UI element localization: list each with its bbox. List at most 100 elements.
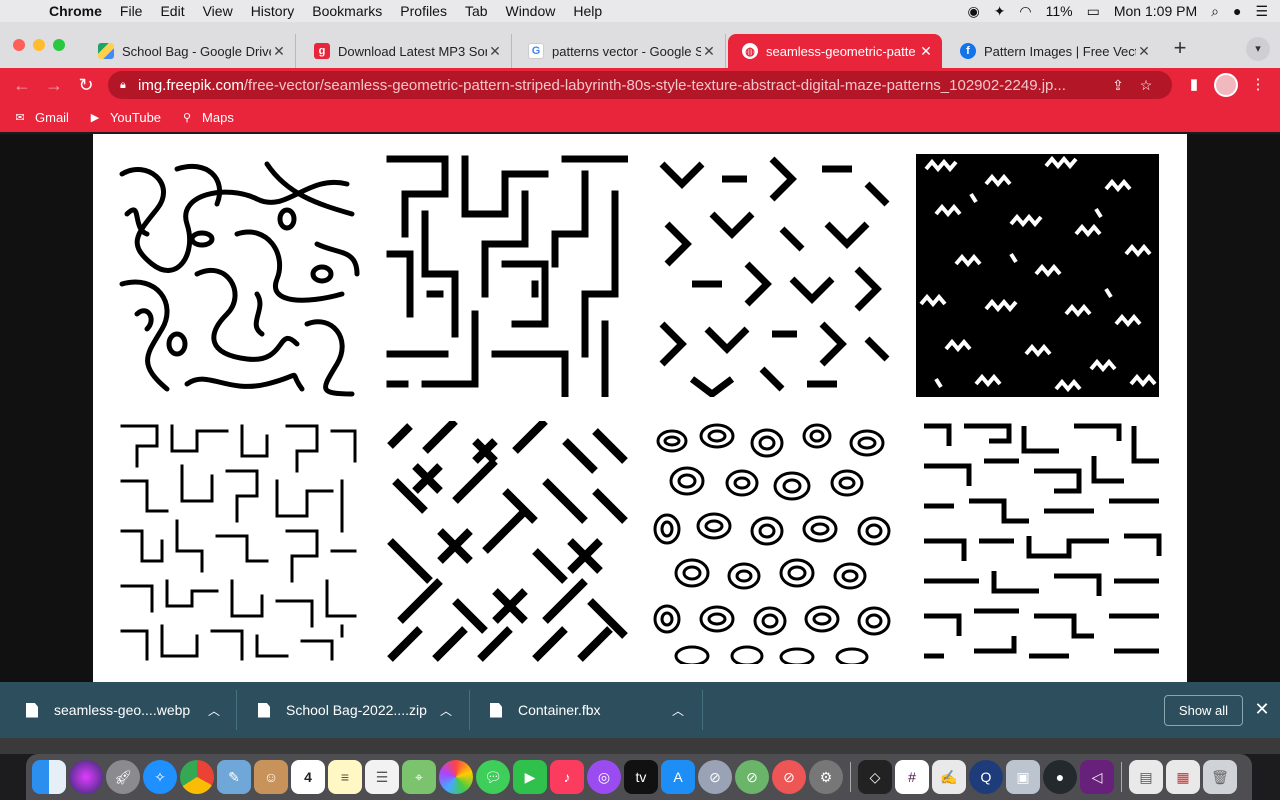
notes-icon[interactable]: ≡ bbox=[328, 760, 362, 794]
messages-icon[interactable]: 💬︎ bbox=[476, 760, 510, 794]
profile-avatar[interactable] bbox=[1214, 73, 1238, 97]
facetime-icon[interactable]: ▶ bbox=[513, 760, 547, 794]
url-text[interactable]: img.freepik.com/free-vector/seamless-geo… bbox=[138, 77, 1104, 94]
tab-freepik-pattern-images[interactable]: f Pattern Images | Free Vect ✕ bbox=[946, 34, 1160, 68]
github-icon[interactable]: ● bbox=[1043, 760, 1077, 794]
menu-window[interactable]: Window bbox=[497, 3, 565, 19]
vpn-app-icon[interactable]: ⊘ bbox=[698, 760, 732, 794]
chevron-up-icon[interactable]: ︿ bbox=[668, 702, 688, 719]
contacts-icon[interactable]: ☺ bbox=[254, 760, 288, 794]
chevron-up-icon[interactable]: ︿ bbox=[436, 702, 456, 719]
url-path: /free-vector/seamless-geometric-pattern-… bbox=[243, 76, 1066, 94]
maps-icon[interactable]: ⌖ bbox=[402, 760, 436, 794]
window-zoom-button[interactable] bbox=[53, 39, 65, 51]
safari-icon[interactable]: ✧ bbox=[143, 760, 177, 794]
chrome-menu-icon[interactable]: ⋮ bbox=[1246, 73, 1270, 97]
mp3-site-icon: g bbox=[314, 43, 330, 59]
forward-button[interactable]: → bbox=[42, 73, 66, 97]
bookmark-maps[interactable]: ⚲ Maps bbox=[179, 110, 234, 125]
download-item-webp[interactable]: seamless-geo....webp ︿ bbox=[26, 682, 224, 738]
chrome-icon[interactable] bbox=[180, 760, 214, 794]
show-all-downloads-button[interactable]: Show all bbox=[1164, 695, 1243, 726]
behind-window-strip bbox=[0, 738, 1280, 754]
pattern-image[interactable] bbox=[93, 134, 1187, 682]
menu-profiles[interactable]: Profiles bbox=[391, 3, 456, 19]
window-close-button[interactable] bbox=[13, 39, 25, 51]
system-preferences-icon[interactable]: ⚙ bbox=[809, 760, 843, 794]
preview-icon[interactable]: ✎ bbox=[217, 760, 251, 794]
download-item-zip[interactable]: School Bag-2022....zip ︿ bbox=[258, 682, 456, 738]
menu-app-chrome[interactable]: Chrome bbox=[40, 3, 111, 19]
vpn-icon[interactable]: ✦ bbox=[994, 3, 1006, 20]
download-item-fbx[interactable]: Container.fbx ︿ bbox=[490, 682, 688, 738]
pattern-tile-diagonal-crosses bbox=[385, 421, 628, 664]
siri-menu-icon[interactable]: ● bbox=[1233, 3, 1241, 19]
tab-seamless-pattern-active[interactable]: ◍ seamless-geometric-patte ✕ bbox=[728, 34, 942, 68]
battery-icon[interactable]: ▭ bbox=[1087, 3, 1100, 20]
battery-percent: 11% bbox=[1045, 3, 1073, 19]
new-tab-button[interactable]: + bbox=[1168, 37, 1192, 61]
app-store-icon[interactable]: A bbox=[661, 760, 695, 794]
tab-search-button[interactable]: ▾ bbox=[1246, 37, 1270, 61]
calendar-icon[interactable]: 4 bbox=[291, 760, 325, 794]
wifi-icon[interactable]: ◠ bbox=[1019, 3, 1031, 20]
bookmark-gmail[interactable]: ✉ Gmail bbox=[12, 110, 69, 125]
launchpad-icon[interactable]: 🚀︎ bbox=[106, 760, 140, 794]
close-tab-icon[interactable]: ✕ bbox=[487, 43, 503, 60]
visual-studio-icon[interactable]: ◁ bbox=[1080, 760, 1114, 794]
unity-icon[interactable]: ◇ bbox=[858, 760, 892, 794]
menu-help[interactable]: Help bbox=[564, 3, 611, 19]
share-icon[interactable]: ⇪ bbox=[1104, 77, 1132, 94]
google-icon: G bbox=[528, 43, 544, 59]
menu-view[interactable]: View bbox=[194, 3, 242, 19]
reload-button[interactable]: ↻ bbox=[74, 73, 98, 97]
tab-school-bag-drive[interactable]: School Bag - Google Drive ✕ bbox=[84, 34, 296, 68]
close-download-shelf-icon[interactable]: ✕ bbox=[1253, 699, 1271, 719]
file-icon bbox=[258, 702, 270, 718]
gmail-icon: ✉ bbox=[15, 111, 25, 124]
menu-tab[interactable]: Tab bbox=[456, 3, 497, 19]
quicktime-icon[interactable]: Q bbox=[969, 760, 1003, 794]
restricted-app-icon[interactable]: ⊘ bbox=[772, 760, 806, 794]
back-button[interactable]: ← bbox=[10, 73, 34, 97]
menu-bookmarks[interactable]: Bookmarks bbox=[303, 3, 391, 19]
podcasts-icon[interactable]: ◎ bbox=[587, 760, 621, 794]
menu-file[interactable]: File bbox=[111, 3, 152, 19]
tab-mp3-download[interactable]: g Download Latest MP3 Song ✕ bbox=[300, 34, 512, 68]
close-tab-icon[interactable]: ✕ bbox=[271, 43, 287, 60]
menu-history[interactable]: History bbox=[242, 3, 304, 19]
bookmark-youtube[interactable]: ▶ YouTube bbox=[87, 110, 161, 125]
freepik-icon: f bbox=[960, 43, 976, 59]
image-capture-icon[interactable]: ▣ bbox=[1006, 760, 1040, 794]
address-bar[interactable]: 🔒︎ img.freepik.com/free-vector/seamless-… bbox=[108, 71, 1172, 99]
textedit-icon[interactable]: ✍ bbox=[932, 760, 966, 794]
photos-icon[interactable] bbox=[439, 760, 473, 794]
pattern-tile-thin-maze bbox=[117, 421, 360, 664]
menu-clock[interactable]: Mon 1:09 PM bbox=[1114, 3, 1197, 19]
window-minimize-button[interactable] bbox=[33, 39, 45, 51]
spotlight-search-icon[interactable]: ⌕ bbox=[1211, 3, 1219, 20]
lock-icon[interactable]: 🔒︎ bbox=[120, 79, 138, 92]
tab-google-search[interactable]: G patterns vector - Google Se ✕ bbox=[514, 34, 726, 68]
downloads-stack-icon[interactable]: ▤ bbox=[1129, 760, 1163, 794]
close-tab-icon[interactable]: ✕ bbox=[1136, 43, 1152, 60]
control-center-icon[interactable]: ☰ bbox=[1255, 3, 1268, 20]
music-icon[interactable]: ♪ bbox=[550, 760, 584, 794]
blocker-app-icon[interactable]: ⊘ bbox=[735, 760, 769, 794]
grammarly-icon[interactable]: ◉ bbox=[967, 3, 979, 20]
finder-icon[interactable] bbox=[32, 760, 66, 794]
tv-icon[interactable]: tv bbox=[624, 760, 658, 794]
close-tab-icon[interactable]: ✕ bbox=[918, 43, 934, 60]
documents-stack-icon[interactable]: ▦ bbox=[1166, 760, 1200, 794]
bookmark-star-icon[interactable]: ☆ bbox=[1132, 77, 1160, 94]
reminders-icon[interactable]: ☰ bbox=[365, 760, 399, 794]
menu-edit[interactable]: Edit bbox=[151, 3, 193, 19]
siri-icon[interactable] bbox=[69, 760, 103, 794]
globe-icon: ◍ bbox=[742, 43, 758, 59]
side-panel-icon[interactable]: ▮ bbox=[1182, 73, 1206, 97]
slack-icon[interactable]: # bbox=[895, 760, 929, 794]
close-tab-icon[interactable]: ✕ bbox=[701, 43, 717, 60]
pattern-tile-organic-lines bbox=[117, 154, 360, 397]
chevron-up-icon[interactable]: ︿ bbox=[204, 702, 224, 719]
trash-icon[interactable]: 🗑︎ bbox=[1203, 760, 1237, 794]
